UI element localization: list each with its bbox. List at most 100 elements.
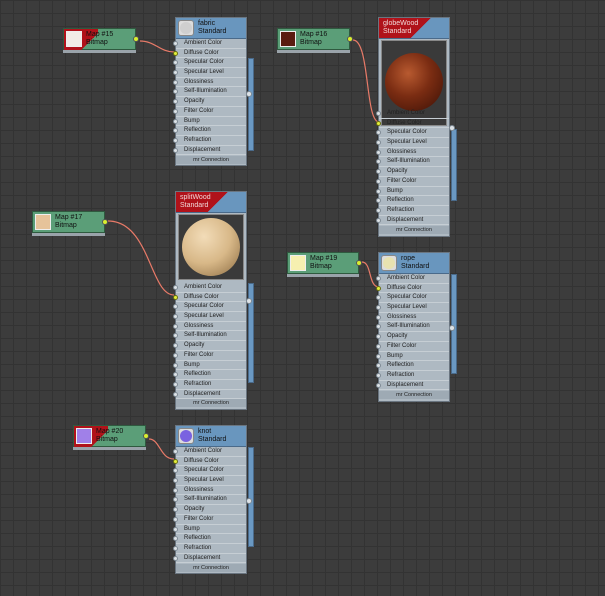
input-slot[interactable]: Specular Color [376,128,449,139]
input-socket[interactable] [173,41,178,46]
material-header[interactable]: splitWood Standard [176,192,246,213]
material-node-knot[interactable]: knot Standard Ambient Color Diffuse Color… [173,425,254,574]
input-slot[interactable]: Specular Level [173,312,246,322]
input-socket[interactable] [376,120,381,126]
input-socket[interactable] [376,343,381,349]
input-slot[interactable]: Specular Level [376,303,449,313]
input-socket[interactable] [376,169,381,175]
input-socket[interactable] [173,50,178,56]
input-socket[interactable] [376,382,381,388]
input-slot[interactable]: Self-Illumination [376,322,449,333]
input-slot[interactable]: Displacement [173,390,246,400]
input-socket[interactable] [173,449,178,454]
input-socket[interactable] [376,140,381,146]
input-slot[interactable]: Refraction [376,371,449,381]
output-socket[interactable] [356,260,362,266]
output-socket[interactable] [246,298,252,304]
input-slot[interactable]: Specular Color [376,293,449,304]
input-slot[interactable]: Displacement [376,381,449,391]
input-slot[interactable]: Bump [376,352,449,362]
input-slot[interactable]: Reflection [173,370,246,380]
input-slot[interactable]: Self-Illumination [173,495,246,506]
input-slot[interactable]: Ambient Color [173,447,246,457]
input-slot[interactable]: Reflection [376,196,449,206]
input-socket[interactable] [173,89,178,95]
input-socket[interactable] [376,207,381,213]
input-socket[interactable] [173,323,178,329]
input-slot[interactable]: Filter Color [173,515,246,525]
input-socket[interactable] [173,285,178,290]
input-slot[interactable]: Ambient Color [173,39,246,49]
input-slot[interactable]: Diffuse Color [173,49,246,59]
input-slot[interactable]: Glossiness [376,313,449,323]
input-socket[interactable] [376,159,381,165]
input-slot[interactable]: Refraction [173,136,246,146]
input-slot[interactable]: Refraction [173,380,246,390]
input-socket[interactable] [173,497,178,503]
input-slot[interactable]: Reflection [173,126,246,136]
node-side-bar[interactable] [248,58,254,151]
input-socket[interactable] [173,108,178,114]
output-socket[interactable] [449,325,455,331]
input-socket[interactable] [173,99,178,105]
input-slot[interactable]: Opacity [376,332,449,342]
input-socket[interactable] [173,333,178,339]
input-socket[interactable] [173,372,178,378]
input-slot[interactable]: Specular Level [173,68,246,78]
output-socket[interactable] [133,36,139,42]
input-slot[interactable]: Opacity [173,97,246,107]
output-socket[interactable] [102,219,108,225]
input-slot[interactable]: Displacement [173,146,246,156]
input-slot[interactable]: Diffuse Color [173,293,246,303]
input-socket[interactable] [173,555,178,561]
slate-node-canvas[interactable] [0,0,605,596]
input-socket[interactable] [376,178,381,184]
mr-connection[interactable]: mr Connection [176,399,246,407]
input-socket[interactable] [173,478,178,484]
input-slot[interactable]: Filter Color [173,351,246,361]
input-slot[interactable]: Displacement [173,554,246,564]
input-slot[interactable]: Bump [173,117,246,127]
input-socket[interactable] [173,526,178,532]
mr-connection[interactable]: mr Connection [379,391,449,399]
input-socket[interactable] [376,149,381,155]
material-node-rope[interactable]: rope Standard Ambient Color Diffuse Color… [376,252,457,402]
input-socket[interactable] [376,130,381,136]
input-socket[interactable] [376,217,381,223]
input-slot[interactable]: Bump [376,187,449,197]
material-node-globewood[interactable]: globeWood Standard Ambient Color Diffuse … [376,17,457,237]
input-slot[interactable]: Glossiness [173,486,246,496]
input-socket[interactable] [173,352,178,358]
output-socket[interactable] [143,433,149,439]
input-slot[interactable]: Specular Color [173,302,246,313]
input-socket[interactable] [173,118,178,124]
material-header[interactable]: globeWood Standard [379,18,449,39]
input-socket[interactable] [376,111,381,116]
node-side-bar[interactable] [451,129,457,201]
input-socket[interactable] [173,458,178,464]
input-slot[interactable]: Reflection [376,361,449,371]
input-slot[interactable]: Specular Level [376,138,449,148]
input-socket[interactable] [173,536,178,542]
input-slot[interactable]: Glossiness [376,148,449,158]
input-socket[interactable] [173,391,178,397]
input-socket[interactable] [173,468,178,474]
input-slot[interactable]: Ambient Color [376,274,449,284]
material-node-splitwood[interactable]: splitWood Standard Ambient Color Diffuse … [173,191,254,410]
input-socket[interactable] [173,70,178,76]
output-socket[interactable] [246,91,252,97]
input-socket[interactable] [376,305,381,311]
map-node-17[interactable]: Map #17 Bitmap [32,211,108,236]
input-slot[interactable]: Ambient Color [173,283,246,293]
input-socket[interactable] [173,362,178,368]
input-socket[interactable] [173,79,178,85]
input-slot[interactable]: Refraction [376,206,449,216]
input-slot[interactable]: Glossiness [173,322,246,332]
output-socket[interactable] [246,498,252,504]
input-socket[interactable] [173,516,178,522]
input-socket[interactable] [173,545,178,551]
node-side-bar[interactable] [248,447,254,547]
input-slot[interactable]: Glossiness [173,78,246,88]
material-header[interactable]: fabric Standard [176,18,246,39]
input-socket[interactable] [376,363,381,369]
